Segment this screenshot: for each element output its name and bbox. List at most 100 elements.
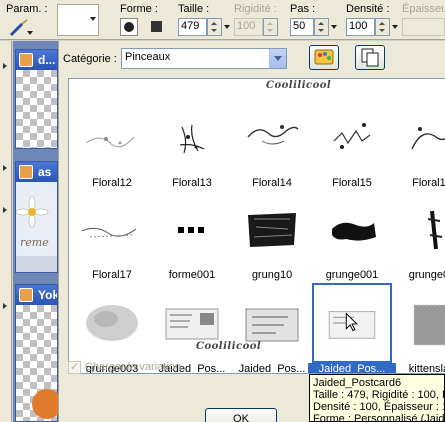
densite-popup-icon[interactable] <box>391 18 399 36</box>
expand-arrow-icon[interactable] <box>3 63 7 69</box>
brush-tooltip: Jaided_Postcard6 Taille : 479, Rigidité … <box>309 374 445 422</box>
rigidite-spinner[interactable] <box>263 18 278 36</box>
brush-preview-dropdown-icon[interactable] <box>90 17 96 21</box>
window-title-bar[interactable]: as <box>16 162 57 182</box>
brush-resource-button[interactable] <box>309 45 339 70</box>
brush-item-jaided-postcard6-selected[interactable]: Jaided_Pos... <box>308 283 396 373</box>
window-title: d... <box>38 53 56 67</box>
brush-item-floral16[interactable]: Floral16 <box>392 97 445 189</box>
densite-label: Densité : <box>346 3 390 15</box>
brush-item-floral13[interactable]: Floral13 <box>152 97 232 189</box>
rigidite-label: Rigidité : <box>234 3 277 15</box>
rigidite-input[interactable]: 100 <box>234 18 263 36</box>
background-image-window[interactable]: Yok <box>15 284 62 422</box>
brush-item-label: grunge00 <box>408 269 445 281</box>
ok-button[interactable]: OK <box>205 408 277 422</box>
brush-item-label: Floral12 <box>92 177 132 189</box>
pas-popup-icon[interactable] <box>330 18 338 36</box>
taille-popup-icon[interactable] <box>223 18 231 36</box>
brush-thumbnail <box>332 222 376 241</box>
brush-item-floral17[interactable]: Floral17 <box>72 189 152 281</box>
svg-text:reme: reme <box>20 236 49 249</box>
left-panel-strip <box>0 41 12 422</box>
brush-thumbnail <box>86 305 138 341</box>
window-title-bar[interactable]: d... <box>16 50 57 70</box>
transparent-canvas[interactable] <box>16 70 57 148</box>
densite-spinner[interactable] <box>375 18 390 36</box>
image-icon <box>19 165 33 179</box>
brush-thumbnail <box>247 125 299 145</box>
brush-item-forme001[interactable]: forme001 <box>152 189 232 281</box>
brush-item-grung10[interactable]: grung10 <box>232 189 312 281</box>
category-label: Catégorie : <box>63 53 117 65</box>
brush-item-floral15[interactable]: Floral15 <box>312 97 392 189</box>
expand-arrow-icon[interactable] <box>3 303 7 309</box>
tooltip-density-line: Densité : 100, Épaisseur : 10 <box>313 401 445 413</box>
expand-arrow-icon[interactable] <box>3 165 7 171</box>
epaisseur-input[interactable] <box>402 18 445 36</box>
gallery-watermark: Coolilicool <box>196 341 262 352</box>
brush-item-label: Jaided_Pos... <box>308 363 396 373</box>
load-variation-checkbox[interactable] <box>68 360 81 374</box>
brush-thumbnail <box>81 227 137 238</box>
brush-item-floral14[interactable]: Floral14 <box>232 97 312 189</box>
epaisseur-label: Épaisseur <box>402 3 445 15</box>
daisy-image-canvas[interactable]: reme <box>16 182 57 272</box>
background-image-window[interactable]: as reme <box>15 161 58 273</box>
tooltip-shape-line: Forme : Personnalisé (Jaided <box>313 413 445 422</box>
pas-spinner[interactable] <box>314 18 329 36</box>
brush-item-label: grung10 <box>251 269 293 281</box>
brush-item-grunge001[interactable]: grunge001 <box>312 189 392 281</box>
brush-preview-swatch[interactable] <box>57 4 99 36</box>
window-title-bar[interactable]: Yok <box>16 285 57 305</box>
brush-item-label: Floral17 <box>92 269 132 281</box>
pas-input[interactable]: 50 <box>290 18 314 36</box>
brush-item-label: grunge001 <box>325 269 379 281</box>
daisy-image: reme <box>16 182 57 272</box>
brush-gallery[interactable]: Coolilicool Floral12 Floral13 Floral14 F… <box>68 78 445 374</box>
tooltip-brush-name: Jaided_Postcard6 <box>313 377 402 389</box>
taille-label: Taille : <box>178 3 210 15</box>
brush-thumbnail <box>85 136 135 148</box>
gallery-watermark: Coolilicool <box>266 80 332 91</box>
category-select[interactable]: Pinceaux <box>121 48 287 69</box>
brush-item-label: Jaided_Pos... <box>238 363 306 374</box>
workspace-background: d... as reme Yok <box>13 41 62 422</box>
brush-item-label: kittenslair <box>408 363 445 374</box>
brush-thumbnail <box>413 304 445 346</box>
load-variation-label: Charger la variation <box>85 361 181 373</box>
brush-item-grunge002[interactable]: grunge00 <box>392 189 445 281</box>
brush-item-kittenslair[interactable]: kittenslair <box>392 283 445 373</box>
brush-item-label: forme001 <box>168 269 216 281</box>
brush-item-jaided-postcard[interactable]: Jaided_Pos... <box>232 283 312 373</box>
brush-preset-icon[interactable] <box>8 19 34 37</box>
pas-label: Pas : <box>290 3 316 15</box>
brush-item-label: Floral16 <box>412 177 445 189</box>
copy-icon <box>361 48 379 67</box>
round-shape-icon[interactable] <box>120 18 138 36</box>
chevron-down-icon[interactable] <box>269 49 286 68</box>
palette-icon <box>314 49 334 65</box>
brush-item-label: Floral15 <box>332 177 372 189</box>
background-image-window[interactable]: d... <box>15 49 58 149</box>
densite-input[interactable]: 100 <box>346 18 375 36</box>
brush-item-label: Floral14 <box>252 177 292 189</box>
taille-spinner[interactable] <box>207 18 222 36</box>
brush-picker-dialog: Catégorie : Pinceaux Coolilicool Floral1… <box>58 41 445 422</box>
transparent-canvas[interactable] <box>16 305 62 421</box>
window-title: as <box>38 165 52 179</box>
param-label: Param. : <box>6 3 48 15</box>
taille-input[interactable]: 479 <box>178 18 207 36</box>
expand-arrow-icon[interactable] <box>3 207 7 213</box>
square-shape-icon[interactable] <box>148 18 166 36</box>
image-icon <box>19 288 33 302</box>
category-value: Pinceaux <box>125 51 171 63</box>
brush-item-label: Floral13 <box>172 177 212 189</box>
copy-resource-button[interactable] <box>355 45 385 70</box>
brush-thumbnail <box>248 213 296 247</box>
brush-thumbnail <box>333 123 371 149</box>
brush-thumbnail <box>312 283 392 363</box>
brush-item-floral12[interactable]: Floral12 <box>72 97 152 189</box>
tooltip-size-line: Taille : 479, Rigidité : 100, P <box>313 389 445 401</box>
brush-thumbnail <box>411 127 445 150</box>
